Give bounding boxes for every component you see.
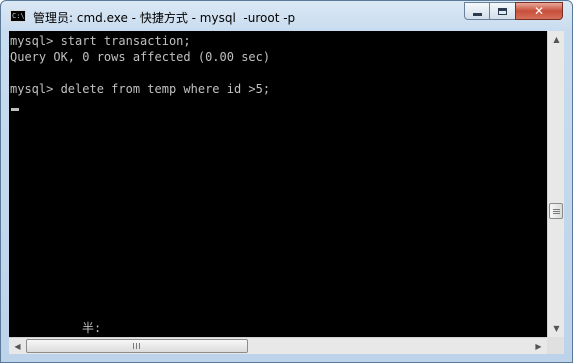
console-line: mysql> start transaction; bbox=[10, 34, 191, 48]
console-output[interactable]: mysql> start transaction; Query OK, 0 ro… bbox=[9, 31, 547, 337]
minimize-icon bbox=[472, 12, 482, 16]
scroll-down-icon[interactable]: ▼ bbox=[548, 320, 565, 337]
window-title: 管理员: cmd.exe - 快捷方式 - mysql -uroot -p bbox=[33, 11, 296, 25]
minimize-button[interactable] bbox=[464, 2, 490, 20]
vertical-scroll-thumb[interactable] bbox=[549, 203, 563, 219]
title-bar[interactable]: C:\ 管理员: cmd.exe - 快捷方式 - mysql -uroot -… bbox=[1, 1, 572, 31]
horizontal-scrollbar[interactable]: ◀ ▶ bbox=[9, 337, 547, 354]
scroll-left-icon[interactable]: ◀ bbox=[9, 338, 26, 355]
grip-icon bbox=[553, 209, 560, 214]
console-line: Query OK, 0 rows affected (0.00 sec) bbox=[10, 50, 271, 64]
resize-corner[interactable] bbox=[547, 337, 564, 354]
close-button[interactable]: ✕ bbox=[515, 2, 563, 20]
cmd-console-icon[interactable]: C:\ bbox=[10, 10, 26, 22]
close-icon: ✕ bbox=[533, 4, 545, 18]
scroll-right-icon[interactable]: ▶ bbox=[530, 338, 547, 355]
console-window: C:\ 管理员: cmd.exe - 快捷方式 - mysql -uroot -… bbox=[0, 0, 573, 363]
grip-icon bbox=[133, 343, 140, 349]
horizontal-scroll-thumb[interactable] bbox=[26, 339, 248, 353]
text-cursor bbox=[11, 108, 19, 111]
maximize-button[interactable] bbox=[489, 2, 516, 20]
maximize-icon bbox=[498, 7, 507, 15]
ime-indicator: 半: bbox=[82, 321, 102, 335]
scroll-up-icon[interactable]: ▲ bbox=[548, 31, 565, 48]
vertical-scrollbar[interactable]: ▲ ▼ bbox=[547, 31, 564, 337]
console-line: mysql> delete from temp where id >5; bbox=[10, 82, 271, 96]
